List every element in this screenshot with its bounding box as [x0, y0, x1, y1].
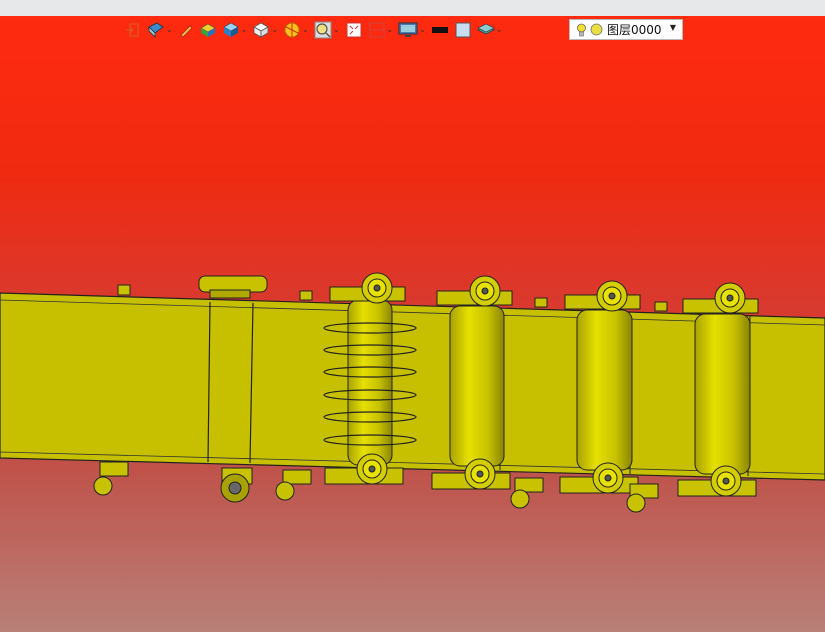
pencil-button[interactable] [178, 19, 194, 41]
chevron-down-icon: ⌄ [240, 25, 248, 34]
shaded-cube-button[interactable]: ⌄ [222, 19, 248, 41]
wireframe-cube-icon [253, 22, 270, 38]
render-solid-icon [200, 23, 216, 37]
view-orientation-button[interactable]: ⌄ [147, 19, 173, 41]
layers-stack-button[interactable]: ⌄ [477, 19, 503, 41]
roller-4 [694, 313, 751, 475]
roller-2 [449, 305, 505, 467]
wireframe-cube-button[interactable]: ⌄ [252, 19, 278, 41]
line-color-swatch [431, 27, 448, 33]
window-top-strip [0, 0, 825, 16]
chevron-down-icon: ⌄ [332, 25, 340, 34]
zoom-search-button[interactable]: ⌄ [314, 19, 340, 41]
section-icon [284, 22, 300, 38]
chevron-down-icon: ⌄ [166, 25, 173, 34]
conveyor-model[interactable] [0, 16, 825, 632]
fill-color-button[interactable] [454, 19, 472, 41]
view-toolbar: ⌄ ⌄ ⌄ ⌄ ⌄ ⌄ ⌄ ⌄ [124, 19, 508, 41]
split-view-button[interactable]: ⌄ [368, 19, 394, 41]
layer-status-icons [576, 23, 603, 37]
lightbulb-icon [577, 23, 586, 36]
chevron-down-icon: ⌄ [271, 25, 279, 34]
pencil-icon [180, 25, 193, 38]
dropdown-arrow-icon[interactable]: ▼ [670, 23, 676, 32]
line-color-button[interactable] [431, 19, 449, 41]
section-button[interactable]: ⌄ [283, 19, 309, 41]
layers-stack-icon [477, 23, 495, 35]
view-orientation-icon [148, 22, 164, 38]
chevron-down-icon: ⌄ [302, 25, 309, 34]
exit-view-icon [126, 23, 139, 37]
exit-view-button[interactable] [124, 19, 142, 41]
chevron-down-icon: ⌄ [386, 25, 394, 34]
layer-dropdown[interactable]: 图层0000 ▼ [569, 19, 683, 40]
chevron-down-icon: ⌄ [495, 25, 503, 34]
fit-view-icon [346, 22, 362, 38]
fill-color-swatch [455, 22, 471, 38]
roller-3 [576, 309, 633, 471]
display-monitor-icon [398, 22, 418, 37]
chevron-down-icon: ⌄ [419, 25, 426, 34]
spiral-roller [347, 299, 393, 466]
shaded-cube-icon [223, 22, 239, 37]
layer-name: 图层0000 [607, 23, 662, 37]
zoom-search-icon [314, 21, 332, 39]
fit-view-button[interactable] [345, 19, 363, 41]
layer-color-dot-icon [590, 23, 603, 36]
display-monitor-button[interactable]: ⌄ [398, 19, 426, 41]
3d-viewport[interactable]: ⌄ ⌄ ⌄ ⌄ ⌄ ⌄ ⌄ ⌄ 图层0000 ▼ [0, 16, 825, 632]
split-view-icon [369, 22, 385, 38]
render-solid-button[interactable] [199, 19, 217, 41]
